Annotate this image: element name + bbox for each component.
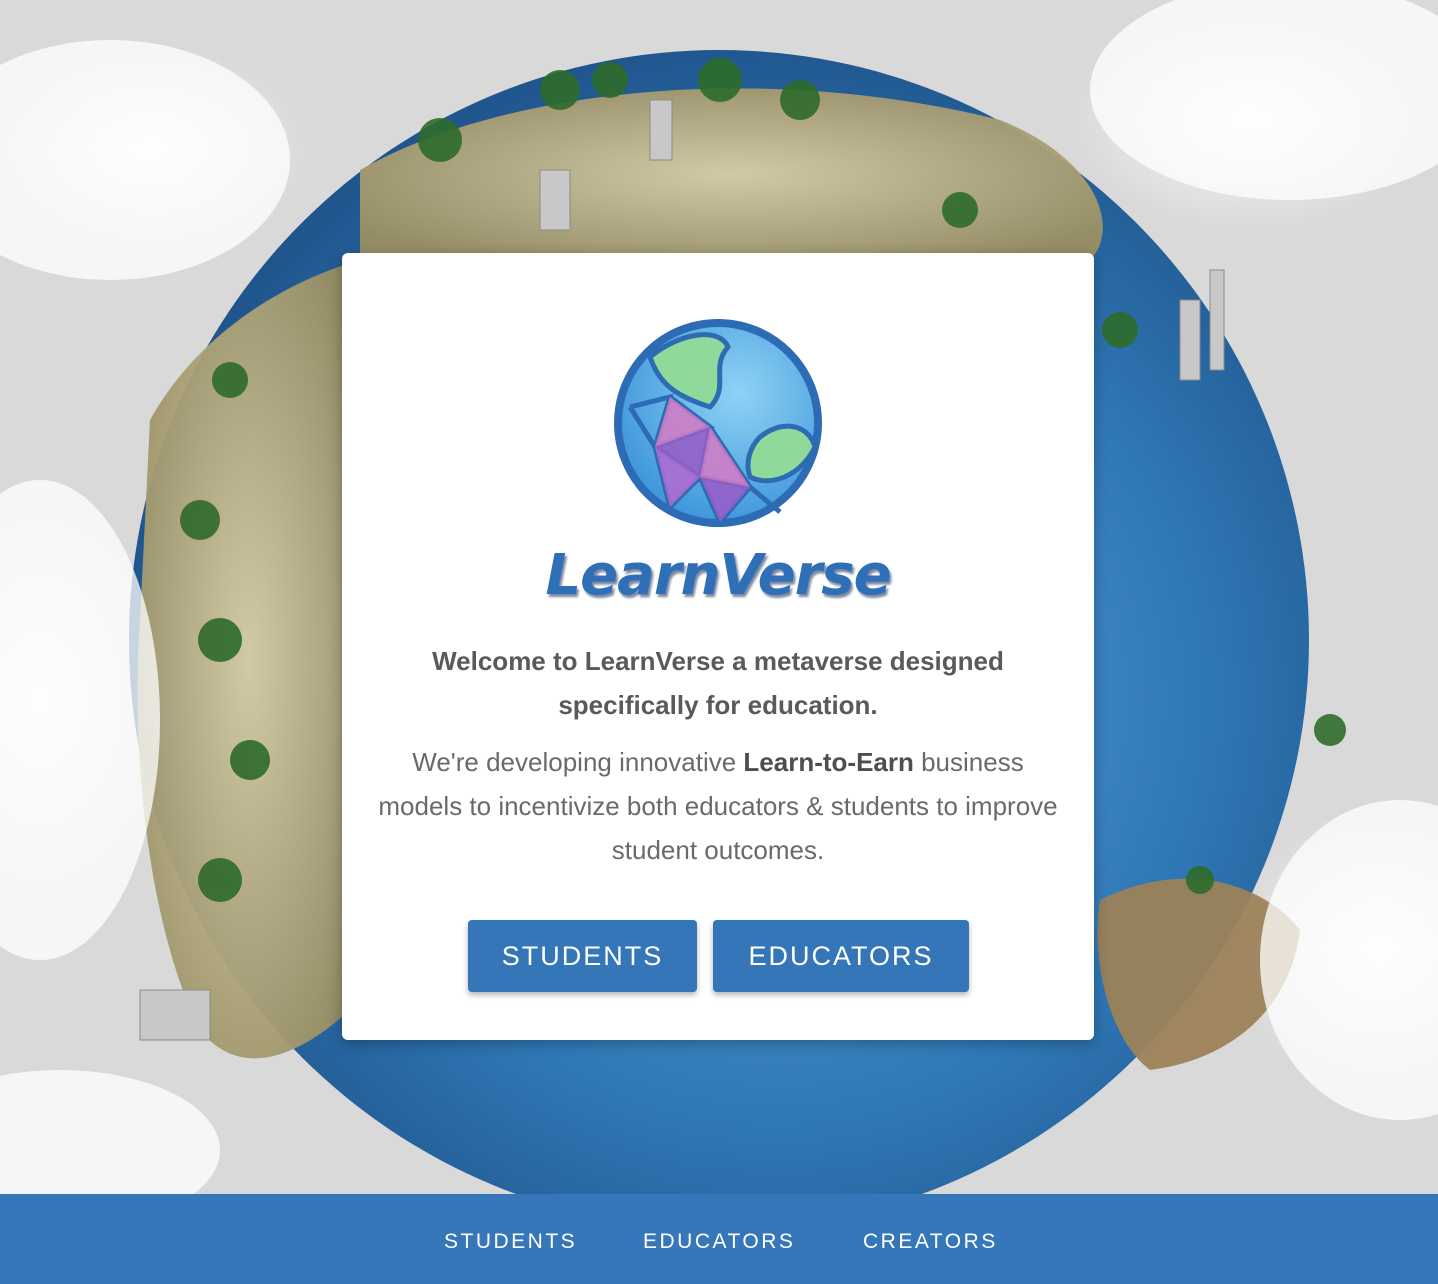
educators-button[interactable]: EDUCATORS (713, 920, 969, 992)
description-prefix: We're developing innovative (412, 747, 744, 777)
welcome-description: We're developing innovative Learn-to-Ear… (372, 740, 1064, 872)
brand-wordmark: LearnVerse (545, 543, 891, 608)
footer-link-educators[interactable]: EDUCATORS (643, 1230, 795, 1254)
footer-link-creators[interactable]: CREATORS (863, 1230, 998, 1254)
welcome-headline: Welcome to LearnVerse a metaverse design… (432, 646, 1004, 720)
footer-nav: STUDENTS EDUCATORS CREATORS (0, 1194, 1438, 1284)
footer-link-students[interactable]: STUDENTS (444, 1230, 577, 1254)
students-button[interactable]: STUDENTS (468, 920, 697, 992)
description-highlight: Learn-to-Earn (743, 747, 914, 777)
welcome-card: LearnVerse Welcome to LearnVerse a metav… (342, 253, 1094, 1040)
globe-logo-icon (610, 317, 826, 529)
hero-background: LearnVerse Welcome to LearnVerse a metav… (0, 0, 1438, 1194)
